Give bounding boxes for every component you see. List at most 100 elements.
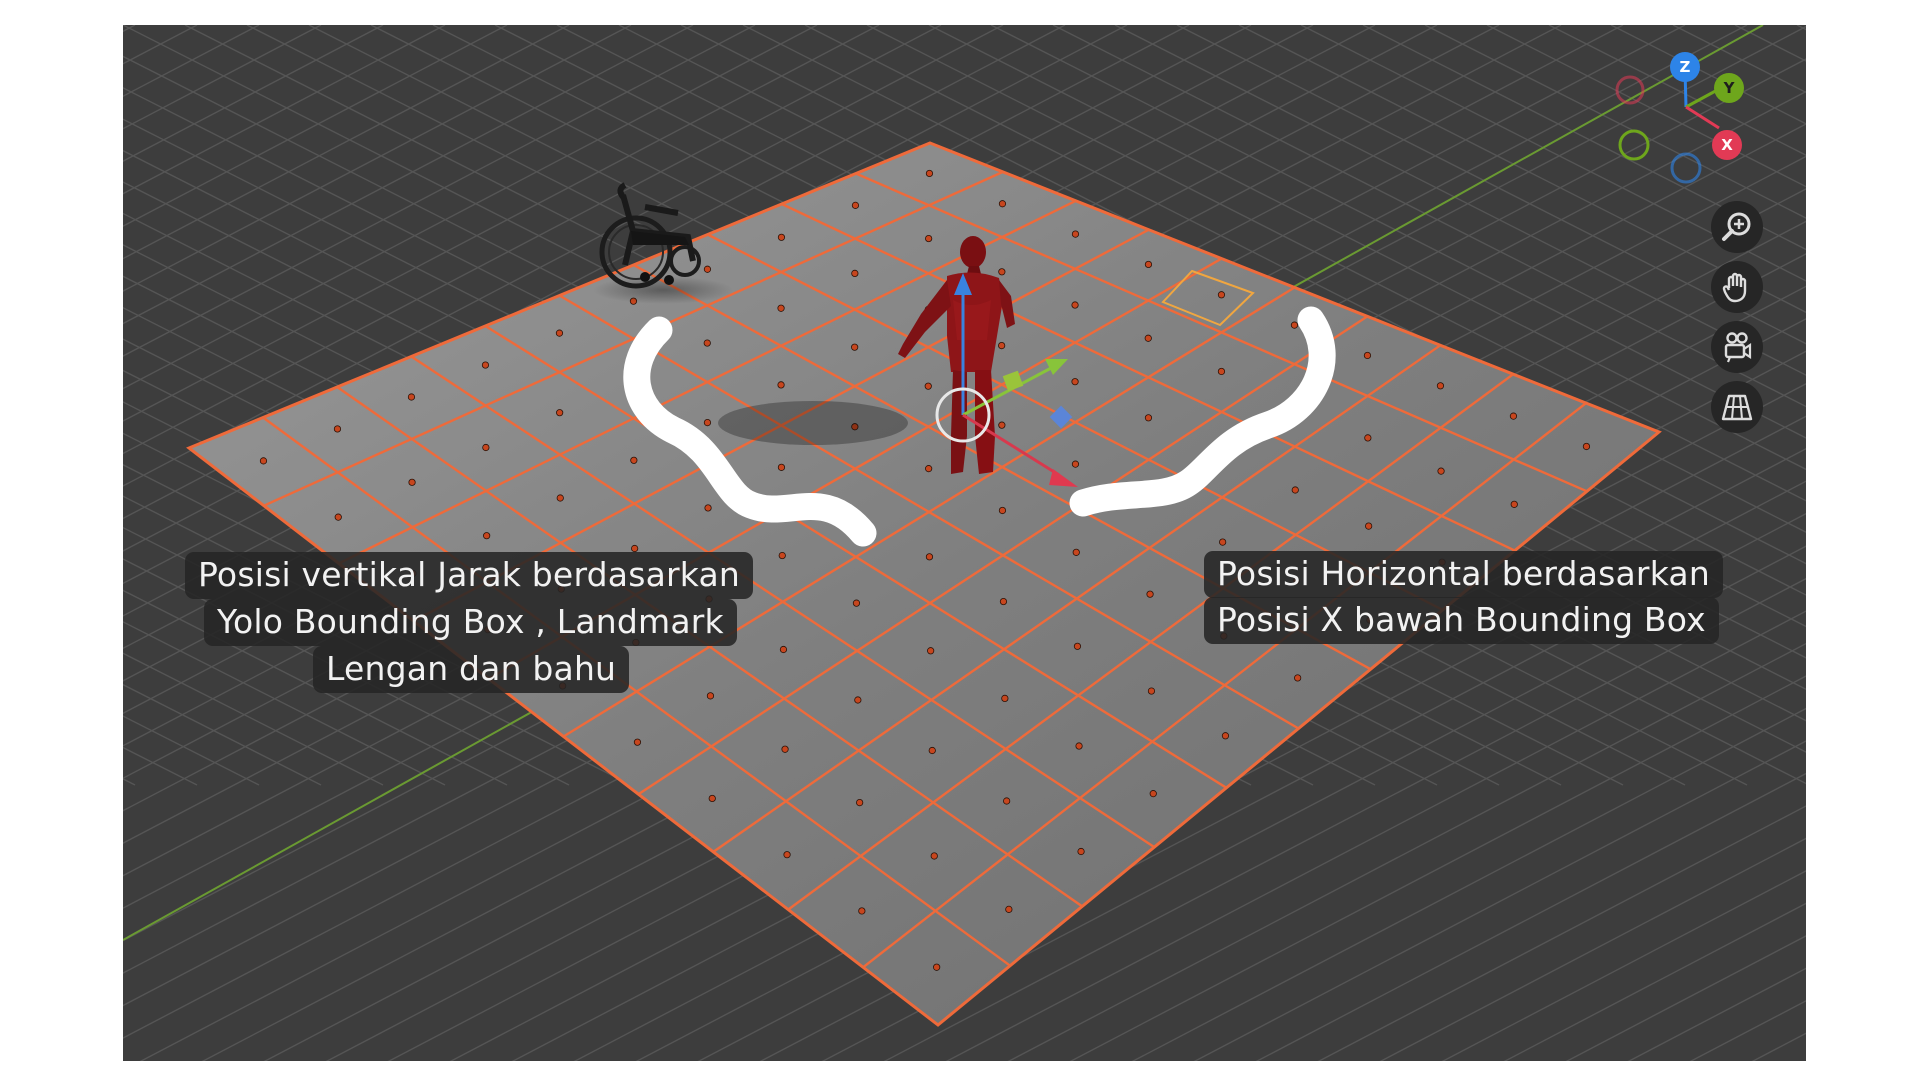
floor-face-dot [704, 504, 712, 512]
left-caption-line-3: Lengan dan bahu [313, 646, 630, 693]
floor-face-dot [1144, 334, 1152, 342]
perspective-grid-icon [1721, 394, 1753, 421]
floor-face-dot [481, 361, 490, 369]
floor-face-dot [1509, 412, 1518, 420]
floor-face-dot [851, 201, 860, 209]
floor-face-dot [703, 418, 712, 427]
floor-face-dot [1510, 500, 1518, 508]
floor-face-dot [998, 341, 1006, 350]
floor-face-dot [334, 513, 342, 521]
floor-face-dot [1363, 351, 1372, 360]
floor-face-dot [925, 553, 934, 561]
floor-face-dot [1217, 291, 1226, 299]
floor-face-dot [1437, 467, 1445, 475]
floor-face-dot [556, 409, 564, 417]
floor-face-dot [1221, 732, 1230, 740]
hand-pan-icon [1722, 272, 1747, 303]
floor-face-dot [928, 746, 936, 755]
floor-face-dot [1290, 321, 1299, 329]
floor-face-dot [630, 456, 638, 464]
floor-face-dot [1005, 905, 1013, 913]
bg-grid-line [1755, 25, 1806, 1061]
floor-face-dot [1001, 694, 1009, 703]
camera-icon [1724, 332, 1752, 363]
floor-face-dot [778, 551, 786, 560]
zoom-in-icon [1722, 212, 1751, 241]
floor-face-dot [925, 234, 933, 243]
floor-face-dot [925, 169, 934, 178]
floor-face-dot [783, 851, 791, 859]
3d-viewport[interactable]: Z Y X Posisi vertikal Jarak berdasarkan … [123, 25, 1806, 1061]
floor-face-dot [1071, 378, 1079, 386]
floor-face-dot [777, 233, 786, 241]
floor-face-dot [1144, 414, 1153, 422]
floor-face-dot [1364, 434, 1372, 442]
floor-face-dot [408, 478, 416, 486]
floor-face-dot [556, 494, 564, 502]
floor-face-dot [259, 457, 268, 465]
floor-face-dot [854, 696, 862, 704]
floor-face-dot [708, 794, 716, 803]
floor-face-dot [998, 200, 1007, 208]
floor-face-dot [777, 463, 786, 471]
left-caption-line-1: Posisi vertikal Jarak berdasarkan [185, 552, 754, 599]
floor-face-dot [930, 852, 938, 860]
floor-face-dot [1071, 460, 1080, 468]
z-axis-handle[interactable]: Z [1670, 52, 1700, 82]
floor-face-dot [482, 443, 490, 452]
floor-face-dot [1294, 674, 1302, 682]
floor-face-dot [999, 597, 1008, 606]
floor-face-dot [924, 382, 932, 390]
pan-button[interactable] [1711, 261, 1763, 313]
bg-grid-line [1751, 1032, 1806, 1061]
y-axis-label: Y [1723, 79, 1736, 97]
neg-z-handle[interactable] [1670, 152, 1702, 184]
floor-face-dot [555, 329, 564, 337]
camera-view-button[interactable] [1711, 321, 1763, 373]
floor-face-dot [998, 268, 1006, 276]
floor-face-dot [1365, 522, 1373, 530]
floor-face-dot [927, 647, 935, 655]
floor-face-dot [1071, 301, 1079, 309]
neg-y-handle[interactable] [1618, 129, 1650, 161]
floor-face-dot [1149, 790, 1157, 798]
axis-gizmo[interactable]: Z Y X [1615, 52, 1744, 184]
floor-face-dot [1144, 260, 1153, 269]
floor-face-dot [851, 343, 859, 351]
floor-face-dot [1147, 687, 1156, 695]
y-axis-handle[interactable]: Y [1714, 73, 1744, 103]
floor-face-dot [851, 269, 859, 277]
floor-face-dot [1071, 230, 1080, 238]
perspective-toggle-button[interactable] [1711, 381, 1763, 433]
x-axis-handle[interactable]: X [1712, 130, 1742, 160]
right-caption-line-1: Posisi Horizontal berdasarkan [1204, 551, 1723, 598]
floor-face-dot [777, 304, 785, 312]
floor-face-dot [706, 692, 715, 700]
floor-face-dot [779, 645, 788, 654]
x-axis-label: X [1721, 136, 1733, 154]
floor-face-dot [1291, 486, 1299, 494]
floor-face-dot [633, 738, 642, 746]
z-axis-label: Z [1680, 58, 1691, 76]
floor-face-dot [407, 393, 416, 401]
floor-face-dot [1072, 548, 1080, 556]
floor-face-dot [1077, 847, 1085, 856]
floor-face-dot [703, 339, 711, 347]
floor-face-dot [858, 907, 866, 915]
zoom-button[interactable] [1711, 201, 1763, 253]
floor-face-dot [1582, 442, 1591, 451]
floor-face-dot [781, 745, 789, 753]
floor-face-dot [856, 798, 864, 807]
scene-canvas[interactable]: Z Y X [123, 25, 1806, 1061]
floor-face-dot [852, 599, 861, 607]
floor-face-dot [998, 506, 1007, 515]
floor-face-dot [483, 532, 491, 540]
floor-face-dot [1075, 742, 1083, 750]
floor-face-dot [777, 381, 785, 389]
right-caption-line-2: Posisi X bawah Bounding Box [1204, 597, 1719, 644]
floor-face-dot [1146, 590, 1154, 598]
floor-face-dot [1217, 367, 1226, 376]
floor-face-dot [998, 421, 1006, 429]
floor-face-dot [703, 265, 712, 273]
bg-grid-line [123, 746, 198, 786]
